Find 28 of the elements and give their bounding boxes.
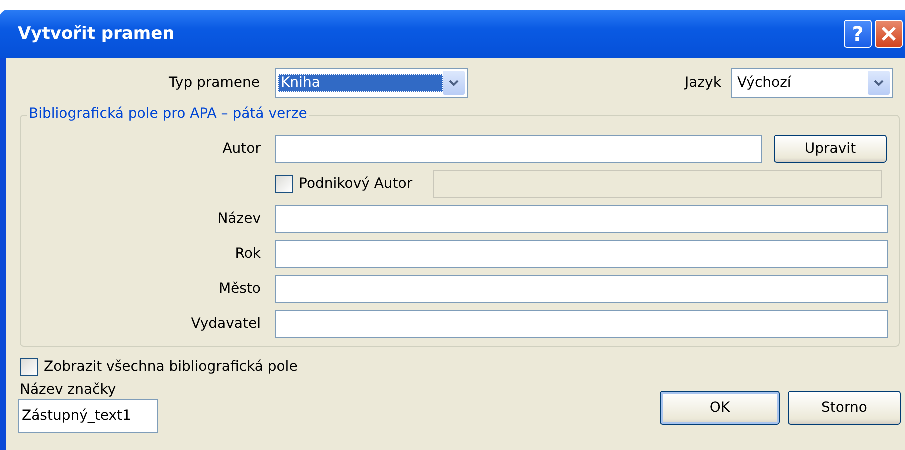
source-type-dropdown[interactable]: Kniha (275, 68, 468, 98)
field-label: Vydavatel (190, 316, 261, 332)
field-label: Název (216, 211, 261, 227)
dialog-button[interactable]: Storno (788, 391, 901, 425)
checkbox-label: Podnikový Autor (299, 176, 413, 192)
help-button[interactable]: ? (844, 20, 872, 48)
close-button[interactable] (875, 20, 903, 48)
language-dropdown[interactable]: Výchozí (731, 68, 894, 98)
text-field[interactable] (275, 310, 888, 338)
field-label: Název značky (20, 382, 118, 398)
text-field[interactable] (275, 135, 762, 163)
dialog-button[interactable]: OK (660, 391, 780, 425)
text-field[interactable] (275, 275, 888, 303)
field-label: Město (218, 281, 261, 297)
close-icon (880, 25, 898, 43)
checkbox[interactable] (275, 175, 293, 193)
field-label: Autor (222, 141, 261, 157)
checkbox-label: Zobrazit všechna bibliografická pole (44, 359, 298, 375)
tag-name-field[interactable]: Zástupný_text1 (18, 399, 158, 433)
edit-button[interactable]: Upravit (774, 135, 887, 163)
text-field[interactable] (275, 240, 888, 268)
text-field[interactable] (275, 205, 888, 233)
field-label: Typ pramene (168, 75, 260, 91)
window-title: Vytvořit pramen (18, 24, 176, 44)
field-label: Rok (234, 246, 261, 262)
field-label: Jazyk (685, 75, 722, 91)
checkbox[interactable] (20, 358, 38, 376)
group-legend: Bibliografická pole pro APA – pátá verze (27, 106, 310, 122)
